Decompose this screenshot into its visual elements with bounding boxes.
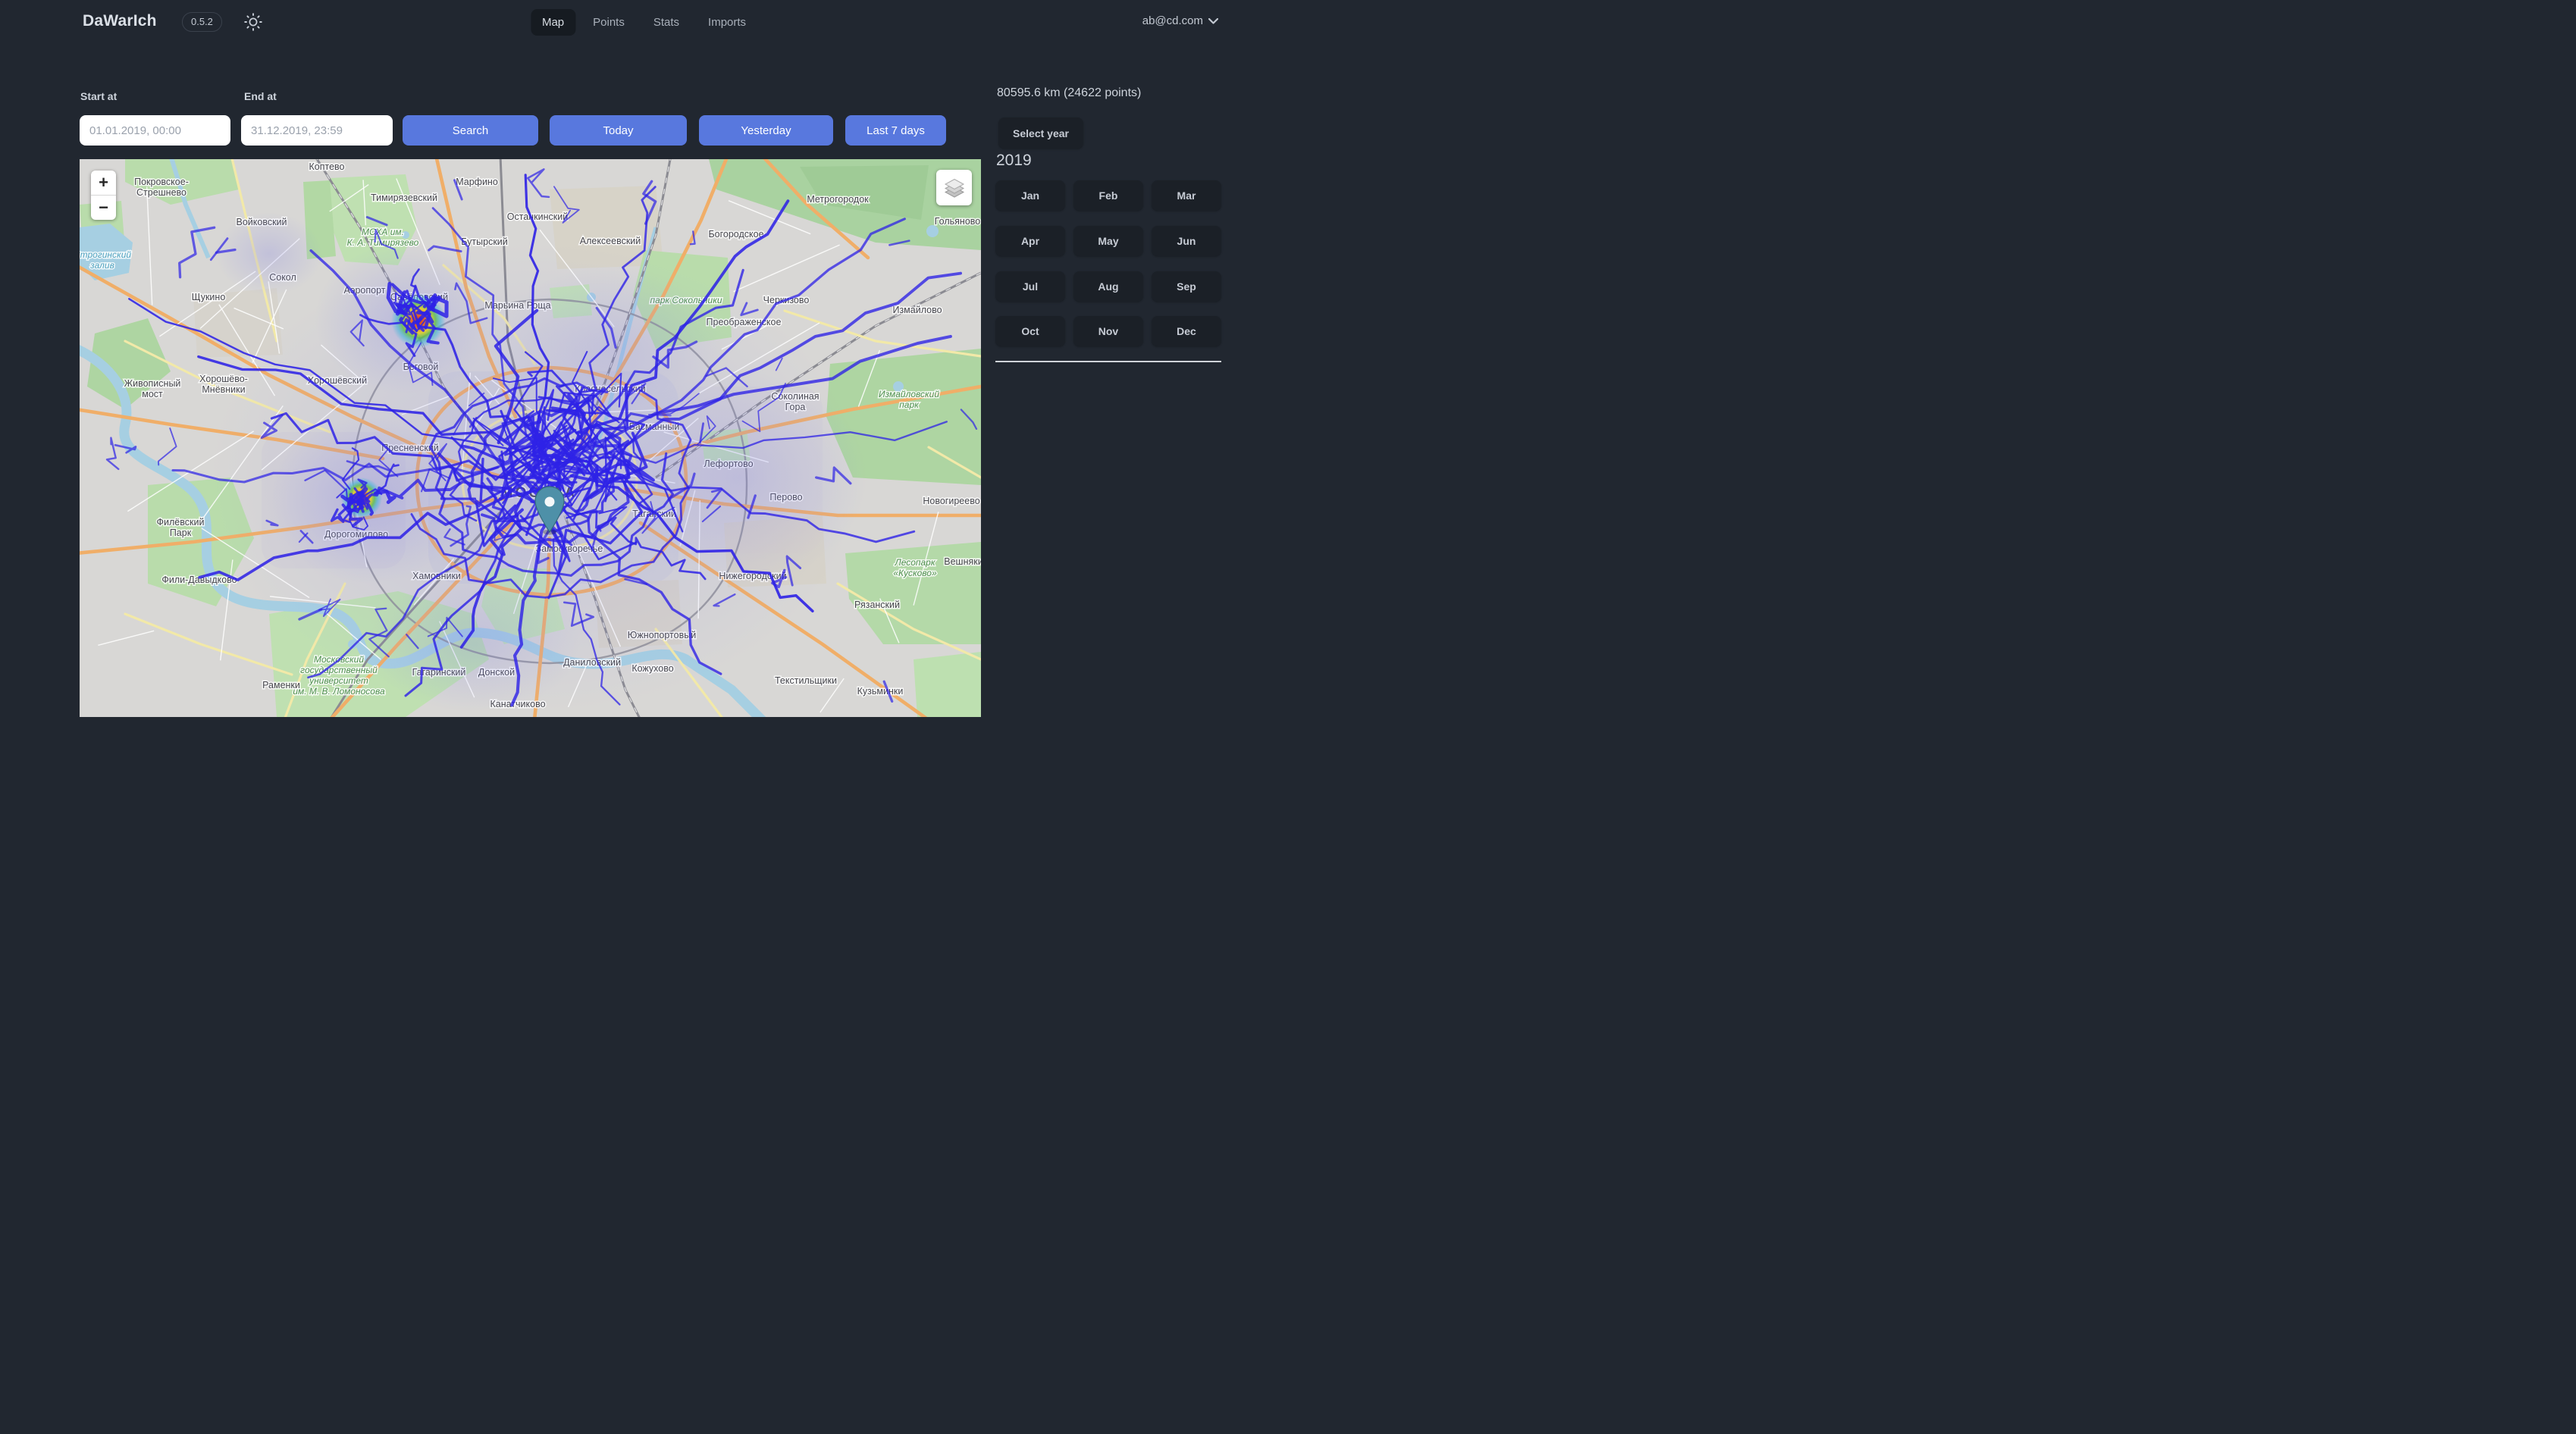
layers-icon (943, 177, 966, 199)
map-label: Покровское- (134, 177, 189, 187)
map-label: Лесопарк (894, 557, 935, 568)
map-label: Парк (170, 528, 192, 538)
month-button-aug[interactable]: Aug (1073, 271, 1143, 302)
search-button[interactable]: Search (403, 115, 538, 146)
last-7-days-button[interactable]: Last 7 days (845, 115, 946, 146)
map-label: «Кусково» (893, 568, 937, 578)
map-label: Текстильщики (775, 675, 837, 686)
zoom-in-button[interactable]: + (91, 171, 116, 195)
month-button-jun[interactable]: Jun (1152, 226, 1221, 256)
month-button-mar[interactable]: Mar (1152, 180, 1221, 211)
year-heading: 2019 (996, 152, 1032, 170)
end-at-label: End at (244, 90, 277, 102)
month-button-nov[interactable]: Nov (1073, 316, 1143, 346)
month-button-jul[interactable]: Jul (995, 271, 1065, 302)
map-layers-control[interactable] (936, 170, 972, 205)
chevron-down-icon (1208, 18, 1218, 24)
map-label: Измайловский (879, 389, 939, 399)
month-button-feb[interactable]: Feb (1073, 180, 1143, 211)
map-label: Измайлово (892, 305, 942, 315)
main-nav: Map Points Stats Imports (531, 9, 757, 36)
month-button-sep[interactable]: Sep (1152, 271, 1221, 302)
sidebar-divider (995, 361, 1221, 362)
map-label: парк (899, 399, 920, 410)
map-label: Метрогородок (807, 194, 869, 205)
start-at-input[interactable] (80, 115, 230, 146)
distance-points-summary: 80595.6 km (24622 points) (997, 86, 1141, 100)
map-label: Богородское (708, 229, 763, 240)
map-zoom-control: + − (91, 171, 116, 220)
sun-icon (243, 12, 263, 32)
select-year-button[interactable]: Select year (998, 117, 1083, 149)
tab-stats[interactable]: Stats (642, 9, 691, 36)
map-label: Марфино (456, 177, 498, 187)
app-title: DaWarIch (83, 12, 157, 30)
month-button-dec[interactable]: Dec (1152, 316, 1221, 346)
map-container[interactable]: Коптево Покровское- Стрешнево Тимирязевс… (80, 159, 981, 717)
map-label: Кузьминки (857, 686, 904, 697)
map-label: Гольяново (935, 216, 981, 227)
end-at-input[interactable] (241, 115, 393, 146)
app-root: DaWarIch 0.5.2 Map Points Stats Imports … (0, 0, 1288, 717)
map-canvas: Коптево Покровское- Стрешнево Тимирязевс… (80, 159, 981, 717)
month-button-apr[interactable]: Apr (995, 226, 1065, 256)
map-label: университет (309, 675, 368, 686)
month-button-jan[interactable]: Jan (995, 180, 1065, 211)
map-label: Новогиреево (923, 496, 979, 506)
map-label: Алексеевский (580, 236, 641, 246)
theme-toggle-button[interactable] (243, 12, 263, 32)
map-label: Останкинский (507, 211, 568, 222)
map-label: Строгинский (80, 249, 131, 260)
month-button-oct[interactable]: Oct (995, 316, 1065, 346)
map-label: Рязанский (854, 600, 900, 610)
today-button[interactable]: Today (550, 115, 687, 146)
zoom-out-button[interactable]: − (91, 196, 116, 220)
yesterday-button[interactable]: Yesterday (699, 115, 833, 146)
user-menu[interactable]: ab@cd.com (1142, 14, 1218, 27)
map-label: Щукино (192, 292, 226, 302)
map-label: Живописный (124, 378, 181, 389)
month-button-may[interactable]: May (1073, 226, 1143, 256)
map-label: залив (89, 260, 114, 271)
map-label: Коптево (309, 161, 345, 172)
tab-imports[interactable]: Imports (697, 9, 757, 36)
start-at-label: Start at (80, 90, 117, 102)
user-email: ab@cd.com (1142, 14, 1203, 27)
map-label: Тимирязевский (371, 193, 437, 203)
version-badge: 0.5.2 (182, 12, 222, 32)
map-label: Вешняки (944, 556, 981, 567)
map-label: Филёвский (157, 517, 205, 528)
map-label: им. М. В. Ломоносова (293, 686, 385, 697)
map-label: мост (142, 389, 163, 399)
tab-map[interactable]: Map (531, 9, 575, 36)
map-label: Стрешнево (136, 187, 186, 198)
map-label: МСХА им. (362, 227, 404, 237)
tab-points[interactable]: Points (581, 9, 636, 36)
